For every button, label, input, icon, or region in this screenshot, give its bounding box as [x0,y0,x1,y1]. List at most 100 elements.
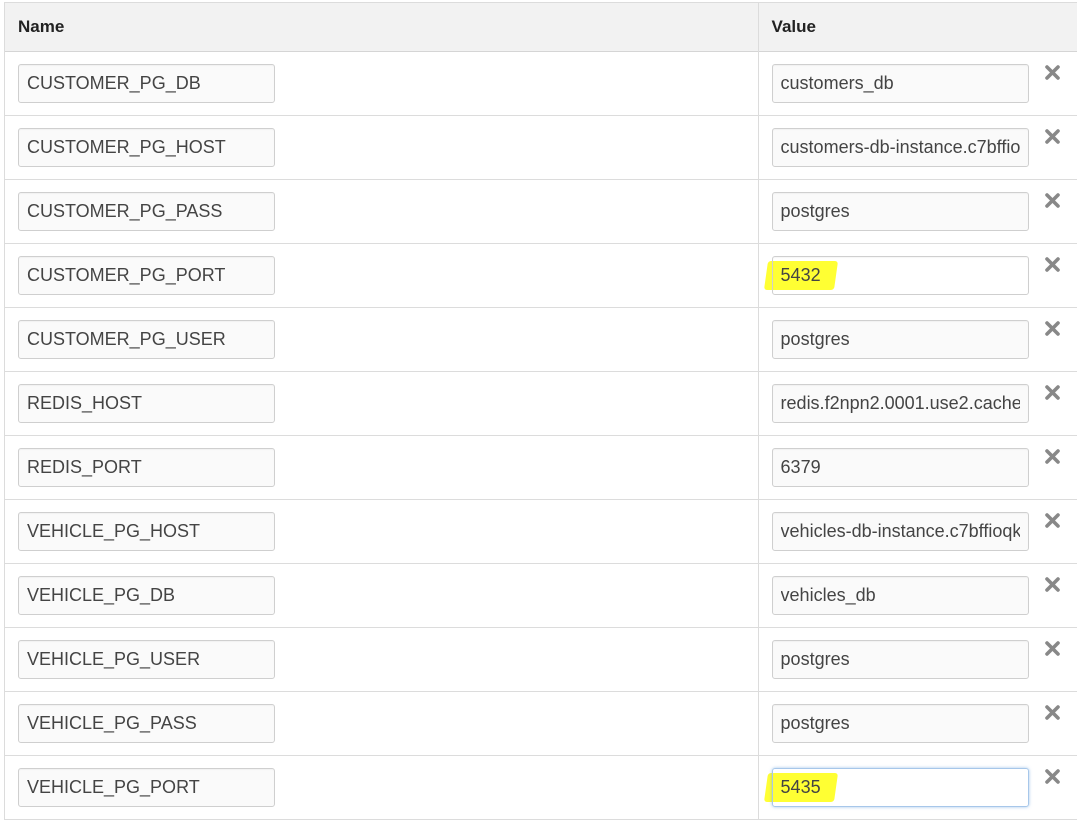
name-cell [4,179,759,244]
name-cell [4,563,759,628]
value-input-wrapper [771,320,1029,359]
variable-name-input[interactable] [18,576,275,615]
variable-value-input[interactable] [771,192,1029,231]
close-icon [1045,641,1060,656]
variable-value-input[interactable] [771,576,1029,615]
close-icon [1045,65,1060,80]
variable-name-input[interactable] [18,320,275,359]
value-input-wrapper [771,512,1029,551]
table-header-row: Name Value [4,2,1077,52]
value-cell [758,52,1077,116]
value-input-wrapper [763,768,1029,807]
table-row [4,371,1077,436]
remove-variable-button[interactable] [1044,256,1061,273]
variable-value-input[interactable] [771,640,1029,679]
table-row [4,755,1077,820]
value-cell [758,372,1077,436]
close-icon [1045,257,1060,272]
remove-variable-button[interactable] [1044,768,1061,785]
variable-value-input[interactable] [771,128,1029,167]
table-row [4,115,1077,180]
value-cell [758,436,1077,500]
variable-name-input[interactable] [18,384,275,423]
value-cell [758,628,1077,692]
table-row [4,307,1077,372]
variable-name-input[interactable] [18,128,275,167]
table-row [4,435,1077,500]
close-icon [1045,321,1060,336]
name-cell [4,627,759,692]
variable-value-input[interactable] [771,768,1029,807]
variable-name-input[interactable] [18,640,275,679]
close-icon [1045,769,1060,784]
name-cell [4,691,759,756]
remove-variable-button[interactable] [1044,320,1061,337]
name-cell [4,307,759,372]
remove-variable-button[interactable] [1044,640,1061,657]
value-input-wrapper [771,704,1029,743]
value-input-wrapper [771,640,1029,679]
name-cell [4,243,759,308]
close-icon [1045,385,1060,400]
table-row [4,179,1077,244]
table-row [4,563,1077,628]
close-icon [1045,705,1060,720]
table-row [4,243,1077,308]
table-row [4,499,1077,564]
variable-value-input[interactable] [771,512,1029,551]
name-cell [4,755,759,820]
name-cell [4,115,759,180]
value-input-wrapper [771,576,1029,615]
variable-value-input[interactable] [771,384,1029,423]
variable-name-input[interactable] [18,192,275,231]
close-icon [1045,129,1060,144]
value-cell [758,564,1077,628]
value-column-header: Value [771,17,816,36]
value-input-wrapper [771,448,1029,487]
remove-variable-button[interactable] [1044,64,1061,81]
variable-value-input[interactable] [771,448,1029,487]
value-cell [758,180,1077,244]
remove-variable-button[interactable] [1044,192,1061,209]
table-row [4,627,1077,692]
name-cell [4,371,759,436]
variable-name-input[interactable] [18,768,275,807]
remove-variable-button[interactable] [1044,128,1061,145]
remove-variable-button[interactable] [1044,704,1061,721]
value-cell [758,116,1077,180]
table-row [4,691,1077,756]
close-icon [1045,513,1060,528]
value-cell [758,500,1077,564]
value-input-wrapper [771,192,1029,231]
value-input-wrapper [771,384,1029,423]
variable-name-input[interactable] [18,448,275,487]
name-cell [4,499,759,564]
variable-name-input[interactable] [18,256,275,295]
environment-variables-table: Name Value [4,2,1077,820]
value-input-wrapper [771,128,1029,167]
variable-value-input[interactable] [771,320,1029,359]
name-cell [4,51,759,116]
value-input-wrapper [771,64,1029,103]
close-icon [1045,577,1060,592]
variable-value-input[interactable] [771,64,1029,103]
table-body [4,51,1077,820]
remove-variable-button[interactable] [1044,512,1061,529]
variable-name-input[interactable] [18,704,275,743]
value-cell [758,308,1077,372]
value-input-wrapper [763,256,1029,295]
variable-name-input[interactable] [18,64,275,103]
value-cell [758,692,1077,756]
variable-name-input[interactable] [18,512,275,551]
name-column-header: Name [4,2,759,52]
variable-value-input[interactable] [771,704,1029,743]
remove-variable-button[interactable] [1044,576,1061,593]
value-cell [758,244,1077,308]
remove-variable-button[interactable] [1044,448,1061,465]
close-icon [1045,449,1060,464]
table-row [4,51,1077,116]
remove-variable-button[interactable] [1044,384,1061,401]
variable-value-input[interactable] [771,256,1029,295]
close-icon [1045,193,1060,208]
name-cell [4,435,759,500]
